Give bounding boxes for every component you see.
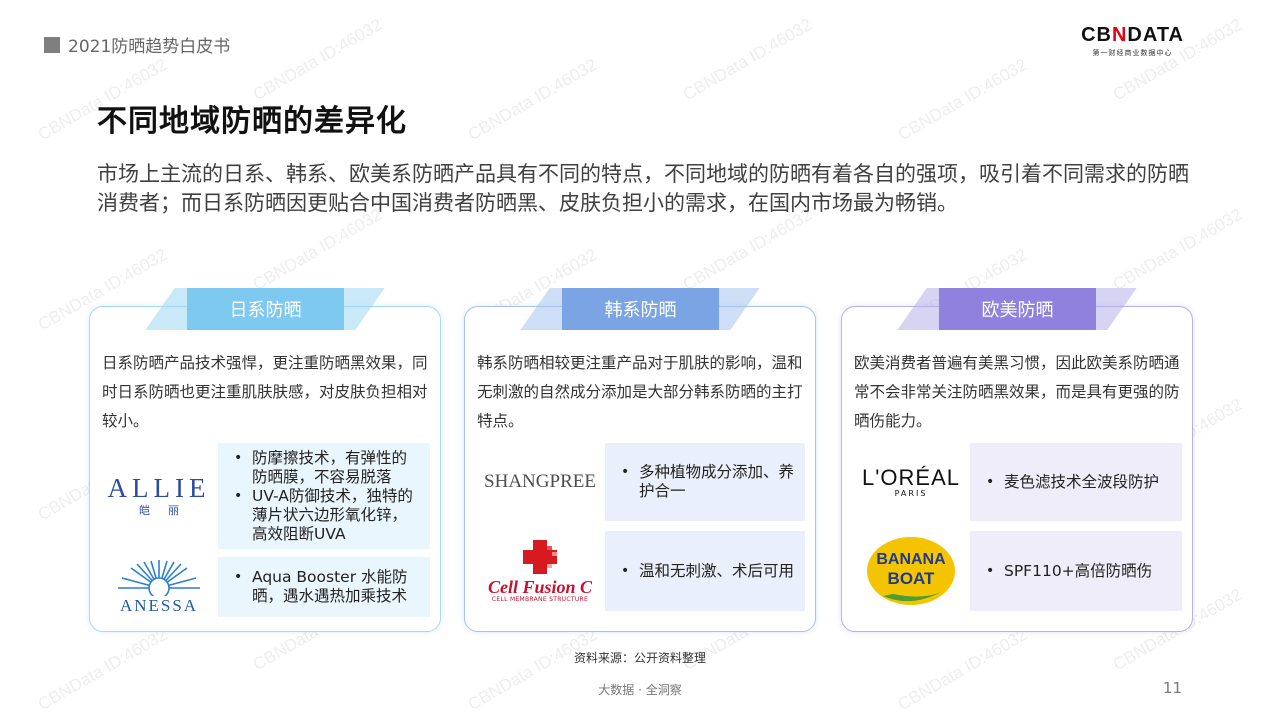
- red-cross-icon: [522, 539, 557, 574]
- bananaboat-logo: BANANA BOAT: [852, 531, 970, 611]
- loreal-logo: L'ORÉAL PARIS: [852, 443, 970, 521]
- page-number: 11: [1162, 679, 1182, 697]
- watermark-text: CBNData ID:46032: [464, 54, 601, 145]
- logo-subtitle: 第一财经商业数据中心: [1092, 49, 1173, 57]
- feature-box: Aqua Booster 水能防晒，遇水遇热加乘技术: [218, 557, 430, 617]
- logo-wordmark: CBNDATA: [1081, 24, 1184, 46]
- card-tab: 日系防晒: [145, 288, 385, 330]
- feature-point: 多种植物成分添加、养护合一: [619, 463, 795, 501]
- feature-point: 麦色滤技术全波段防护: [984, 473, 1159, 492]
- loreal-logo-text: L'ORÉAL: [861, 464, 961, 490]
- watermark-text: CBNData ID:46032: [894, 624, 1031, 715]
- sun-icon: [118, 560, 200, 599]
- brand-row-anessa: ANESSA Aqua Booster 水能防晒，遇水遇热加乘技术: [100, 557, 430, 617]
- brand-row-loreal: L'ORÉAL PARIS 麦色滤技术全波段防护: [852, 443, 1182, 521]
- cellfusion-logo-sub: CELL MEMBRANE STRUCTURE: [491, 595, 589, 603]
- feature-point: SPF110+高倍防晒伤: [984, 562, 1152, 581]
- cellfusion-logo: Cell Fusion C CELL MEMBRANE STRUCTURE: [475, 531, 605, 611]
- report-label: 2021防晒趋势白皮书: [44, 32, 230, 57]
- anessa-logo-text: ANESSA: [119, 596, 199, 615]
- brand-row-cellfusion: Cell Fusion C CELL MEMBRANE STRUCTURE 温和…: [475, 531, 805, 611]
- page-title: 不同地域防晒的差异化: [97, 104, 407, 139]
- loreal-logo-sub: PARIS: [894, 488, 928, 498]
- feature-point: 防摩擦技术，有弹性的防晒膜，不容易脱落: [232, 449, 420, 487]
- tab-label: 韩系防晒: [562, 288, 719, 330]
- logo-part-3: DATA: [1127, 24, 1184, 46]
- bananaboat-word-1: BANANA: [876, 551, 946, 568]
- report-label-text: 2021防晒趋势白皮书: [68, 37, 231, 57]
- watermark-text: CBNData ID:46032: [1109, 204, 1246, 295]
- source-note: 资料来源：公开资料整理: [573, 651, 706, 665]
- logo-part-2: N: [1111, 24, 1128, 46]
- card-tab: 欧美防晒: [897, 288, 1137, 330]
- cellfusion-logo-text: Cell Fusion C: [487, 576, 593, 597]
- feature-box: 麦色滤技术全波段防护: [970, 443, 1182, 521]
- card-description: 欧美消费者普遍有美黑习惯，因此欧美系防晒通常不会非常关注防晒黑效果，而是具有更强…: [854, 354, 1180, 430]
- card-description: 韩系防晒相较更注重产品对于肌肤的影响，温和无刺激的自然成分添加是大部分韩系防晒的…: [477, 354, 803, 430]
- shangpree-logo: SHANGPREE: [484, 471, 596, 492]
- banana-boat-icon: BANANA BOAT: [867, 537, 955, 605]
- watermark-text: CBNData ID:46032: [34, 624, 171, 715]
- card-western-sunscreen: 欧美防晒 欧美消费者普遍有美黑习惯，因此欧美系防晒通常不会非常关注防晒黑效果，而…: [841, 288, 1193, 632]
- allie-logo: ALLIE 皑丽: [100, 443, 218, 549]
- watermark-text: CBNData ID:46032: [894, 54, 1031, 145]
- watermark-text: CBNData ID:46032: [249, 204, 386, 295]
- feature-box: SPF110+高倍防晒伤: [970, 531, 1182, 611]
- footer-tagline: 大数据 · 全洞察: [598, 683, 682, 697]
- watermark-text: CBNData ID:46032: [249, 14, 386, 105]
- report-label-marker: [44, 36, 60, 53]
- feature-box: 多种植物成分添加、养护合一: [605, 443, 805, 521]
- watermark-text: CBNData ID:46032: [679, 14, 816, 105]
- card-korean-sunscreen: 韩系防晒 韩系防晒相较更注重产品对于肌肤的影响，温和无刺激的自然成分添加是大部分…: [464, 288, 816, 632]
- feature-box: 防摩擦技术，有弹性的防晒膜，不容易脱落 UV-A防御技术，独特的薄片状六边形氧化…: [218, 443, 430, 549]
- brand-row-bananaboat: BANANA BOAT SPF110+高倍防晒伤: [852, 531, 1182, 611]
- brand-row-allie: ALLIE 皑丽 防摩擦技术，有弹性的防晒膜，不容易脱落 UV-A防御技术，独特…: [100, 443, 430, 549]
- watermark-text: CBNData ID:46032: [464, 624, 601, 715]
- logo-part-1: CB: [1081, 24, 1112, 46]
- cbndata-logo: CBNDATA 第一财经商业数据中心: [1081, 24, 1184, 58]
- anessa-logo: ANESSA: [100, 557, 218, 617]
- feature-point: 温和无刺激、术后可用: [619, 562, 794, 581]
- allie-logo-cn: 皑丽: [139, 504, 197, 517]
- bananaboat-word-2: BOAT: [888, 569, 936, 588]
- feature-box: 温和无刺激、术后可用: [605, 531, 805, 611]
- brand-row-shangpree: SHANGPREE 多种植物成分添加、养护合一: [475, 443, 805, 521]
- tab-label: 欧美防晒: [939, 288, 1096, 330]
- feature-point: Aqua Booster 水能防晒，遇水遇热加乘技术: [232, 568, 420, 606]
- watermark-text: CBNData ID:46032: [679, 204, 816, 295]
- card-description: 日系防晒产品技术强悍，更注重防晒黑效果，同时日系防晒也更注重肌肤肤感，对皮肤负担…: [102, 354, 428, 430]
- feature-point: UV-A防御技术，独特的薄片状六边形氧化锌，高效阻断UVA: [232, 487, 420, 544]
- tab-label: 日系防晒: [187, 288, 344, 330]
- allie-logo-en: ALLIE: [107, 473, 211, 503]
- intro-paragraph: 市场上主流的日系、韩系、欧美系防晒产品具有不同的特点，不同地域的防晒有着各自的强…: [97, 162, 1189, 215]
- card-tab: 韩系防晒: [520, 288, 760, 330]
- card-japanese-sunscreen: 日系防晒 日系防晒产品技术强悍，更注重防晒黑效果，同时日系防晒也更注重肌肤肤感，…: [89, 288, 441, 632]
